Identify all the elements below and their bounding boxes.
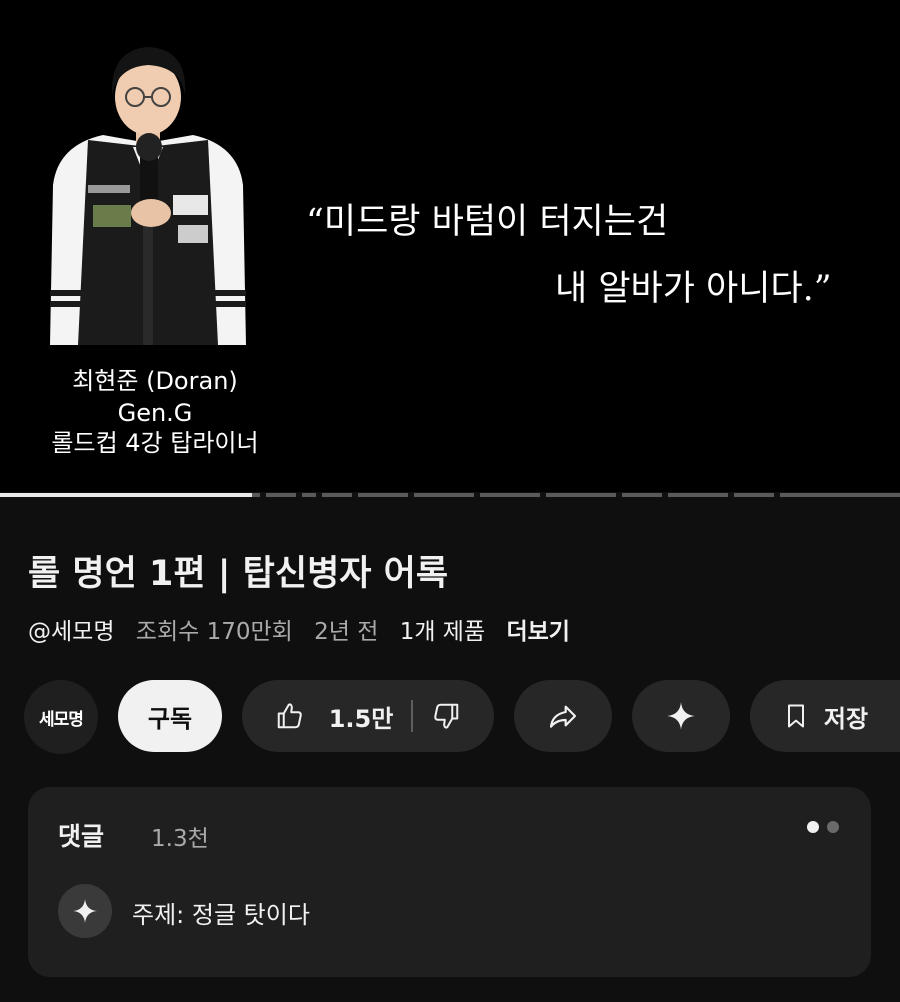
video-title: 롤 명언 1편 | 탑신병자 어록 — [28, 554, 449, 594]
products-link[interactable]: 1개 제품 — [400, 619, 485, 645]
like-button[interactable]: 1.5만 — [275, 699, 394, 734]
upload-age: 2년 전 — [314, 619, 379, 645]
view-count: 조회수 170만회 — [135, 619, 293, 645]
like-divider — [411, 700, 414, 732]
carousel-dots — [807, 821, 839, 833]
progress-played — [0, 493, 252, 497]
comment-topic: 주제: 정글 탓이다 — [132, 901, 310, 929]
progress-bar[interactable] — [0, 492, 900, 498]
comments-panel[interactable]: 댓글 1.3천 주제: 정글 탓이다 — [28, 787, 871, 977]
more-link[interactable]: 더보기 — [506, 619, 569, 645]
save-label: 저장 — [823, 704, 869, 733]
quote-line-1: “미드랑 바텀이 터지는건 — [306, 202, 669, 242]
subscribe-button[interactable]: 구독 — [118, 680, 222, 752]
bookmark-icon — [787, 704, 804, 728]
quote-line-2: 내 알바가 아니다.” — [555, 269, 832, 309]
thumbs-down-icon[interactable] — [431, 701, 461, 731]
carousel-dot — [827, 821, 839, 833]
thumbs-up-icon — [277, 703, 302, 729]
carousel-dot-active — [807, 821, 819, 833]
channel-handle[interactable]: @세모명 — [28, 619, 114, 645]
save-button[interactable]: 저장 — [750, 680, 900, 752]
channel-avatar[interactable]: 세모명 — [24, 680, 98, 754]
like-dislike-group: 1.5만 — [242, 680, 494, 752]
video-metadata: @세모명 조회수 170만회 2년 전 1개 제품 더보기 — [28, 612, 584, 646]
caption-team: Gen.G — [117, 399, 193, 427]
video-player[interactable]: 최현준 (Doran) Gen.G 롤드컵 4강 탑라이너 “미드랑 바텀이 터… — [0, 0, 900, 492]
sparkle-icon — [73, 899, 97, 923]
topic-avatar — [58, 884, 112, 938]
sparkle-icon — [667, 702, 695, 730]
like-count: 1.5만 — [328, 704, 394, 733]
comments-header: 댓글 — [58, 822, 105, 851]
share-button[interactable] — [514, 680, 612, 752]
caption-role: 롤드컵 4강 탑라이너 — [51, 429, 259, 457]
comments-count: 1.3천 — [151, 826, 209, 852]
caption-name: 최현준 (Doran) — [72, 367, 238, 395]
speaker-portrait — [50, 47, 246, 345]
share-icon — [549, 705, 577, 728]
ask-ai-button[interactable] — [632, 680, 730, 752]
